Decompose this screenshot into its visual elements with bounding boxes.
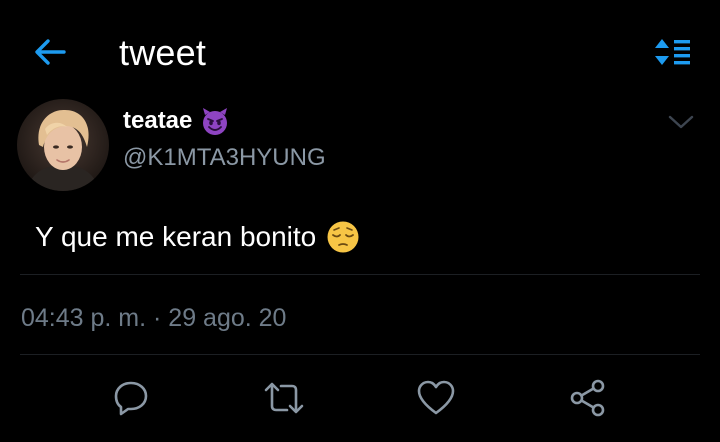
tweet-text: Y que me keran bonito: [35, 221, 317, 252]
retweet-icon: [262, 379, 306, 417]
user-handle[interactable]: @K1MTA3HYUNG: [123, 143, 326, 173]
arrow-left-icon: [33, 37, 67, 67]
share-icon: [568, 378, 608, 418]
sort-list-icon: [654, 37, 692, 67]
chevron-down-icon: [668, 114, 694, 130]
sort-button[interactable]: [652, 36, 694, 68]
heart-icon: [416, 379, 456, 417]
tweet-timestamp: 04:43 p. m. · 29 ago. 20: [21, 304, 287, 332]
page-title: tweet: [119, 32, 207, 73]
like-button[interactable]: [414, 377, 458, 419]
reply-icon: [112, 379, 150, 417]
tweet-text-row: Y que me keran bonito: [35, 218, 360, 256]
divider: [20, 274, 700, 275]
smiling-devil-emoji-icon: [200, 106, 230, 136]
divider: [20, 354, 700, 355]
avatar[interactable]: [17, 99, 109, 191]
back-button[interactable]: [30, 34, 70, 70]
pensive-face-emoji-icon: [326, 220, 360, 254]
display-name-row[interactable]: teatae: [123, 106, 230, 136]
share-button[interactable]: [566, 377, 610, 419]
more-options-button[interactable]: [666, 110, 696, 134]
reply-button[interactable]: [109, 377, 153, 419]
top-app-bar: tweet: [0, 0, 720, 104]
retweet-button[interactable]: [262, 377, 306, 419]
display-name: teatae: [123, 107, 193, 134]
